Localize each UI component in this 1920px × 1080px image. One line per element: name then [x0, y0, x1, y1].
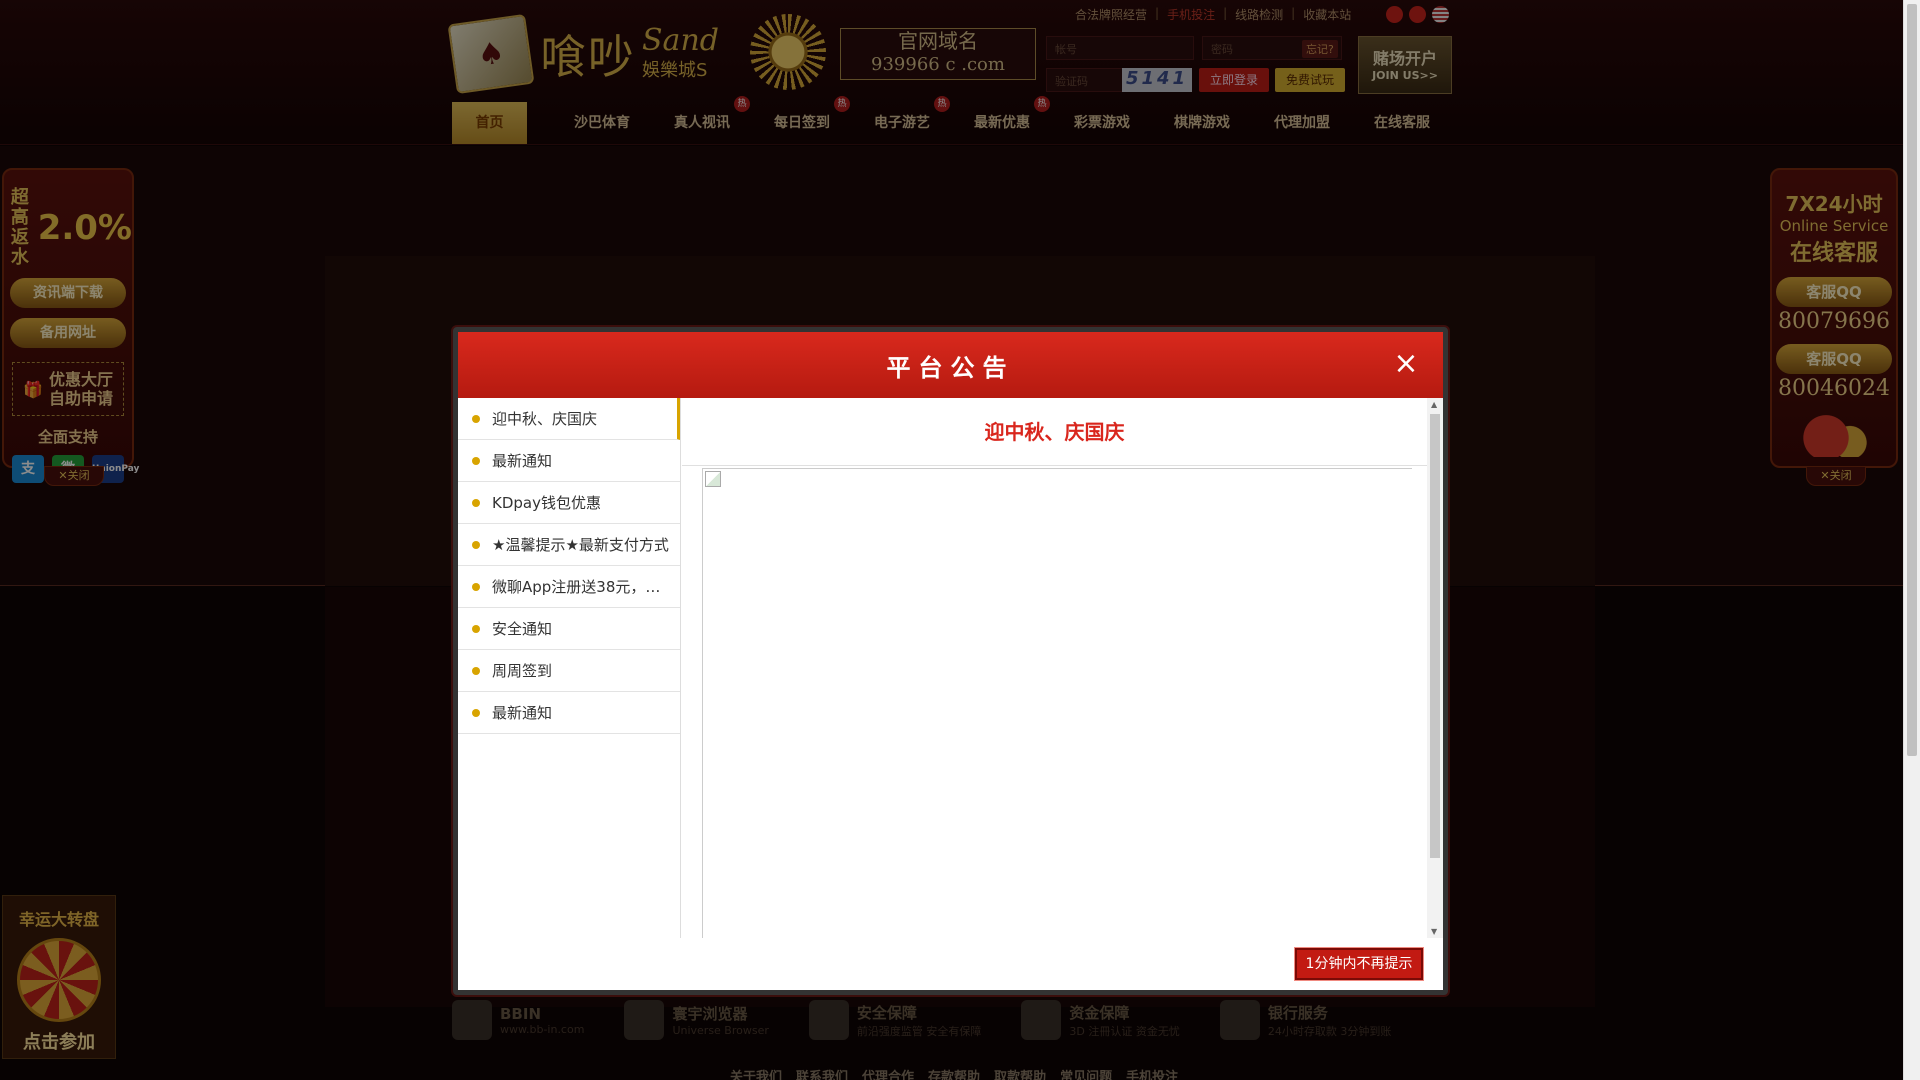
announcement-item-label: 最新通知 — [492, 704, 553, 722]
announcement-item-label: 最新通知 — [492, 452, 553, 470]
page-scrollbar[interactable] — [1903, 0, 1920, 1080]
modal-title: 平台公告 — [886, 353, 1015, 382]
bullet-icon — [472, 456, 480, 465]
announcement-item[interactable]: ★温馨提示★最新支付方式 — [458, 524, 680, 566]
bullet-icon — [472, 708, 480, 717]
announcement-item[interactable]: 最新通知 — [458, 440, 680, 482]
announcement-item[interactable]: KDpay钱包优惠 — [458, 482, 680, 524]
announcement-item[interactable]: 周周签到 — [458, 650, 680, 692]
scroll-down-icon[interactable]: ▼ — [1431, 927, 1437, 936]
modal-footer: 1分钟内不再提示 — [458, 938, 1443, 995]
modal-scrollbar[interactable]: ▲ ▼ — [1427, 398, 1443, 938]
bullet-icon — [472, 624, 480, 633]
announcement-item-label: 周周签到 — [492, 662, 553, 680]
announcement-item-label: 微聊App注册送38元，… — [492, 578, 661, 596]
announcement-item[interactable]: 最新通知 — [458, 692, 680, 734]
dismiss-button[interactable]: 1分钟内不再提示 — [1294, 947, 1424, 981]
announcement-item-label: 安全通知 — [492, 620, 553, 638]
announcement-item-label: ★温馨提示★最新支付方式 — [492, 536, 669, 554]
bullet-icon — [472, 414, 480, 423]
modal-scroll-thumb[interactable] — [1430, 414, 1440, 858]
announcement-modal: 平台公告 × 迎中秋、庆国庆 最新通知 KDpay钱包优惠 ★温馨提示★最新支付… — [453, 327, 1448, 995]
announcement-image — [702, 468, 1412, 938]
bullet-icon — [472, 498, 480, 507]
page-scroll-thumb[interactable] — [1907, 4, 1917, 756]
announcement-item-label: KDpay钱包优惠 — [492, 494, 601, 512]
bullet-icon — [472, 582, 480, 591]
announcement-list: 迎中秋、庆国庆 最新通知 KDpay钱包优惠 ★温馨提示★最新支付方式 微聊Ap… — [458, 398, 681, 938]
announcement-item[interactable]: 迎中秋、庆国庆 — [458, 398, 680, 440]
close-icon[interactable]: × — [1391, 349, 1421, 380]
announcement-content: 迎中秋、庆国庆 — [682, 398, 1427, 938]
announcement-title: 迎中秋、庆国庆 — [682, 398, 1427, 466]
bullet-icon — [472, 540, 480, 549]
broken-image-icon — [705, 471, 721, 487]
modal-header: 平台公告 × — [458, 332, 1443, 398]
scroll-up-icon[interactable]: ▲ — [1431, 400, 1437, 409]
announcement-item[interactable]: 微聊App注册送38元，… — [458, 566, 680, 608]
announcement-item-label: 迎中秋、庆国庆 — [492, 410, 598, 428]
announcement-item[interactable]: 安全通知 — [458, 608, 680, 650]
bullet-icon — [472, 666, 480, 675]
modal-body: 迎中秋、庆国庆 最新通知 KDpay钱包优惠 ★温馨提示★最新支付方式 微聊Ap… — [458, 398, 1443, 938]
